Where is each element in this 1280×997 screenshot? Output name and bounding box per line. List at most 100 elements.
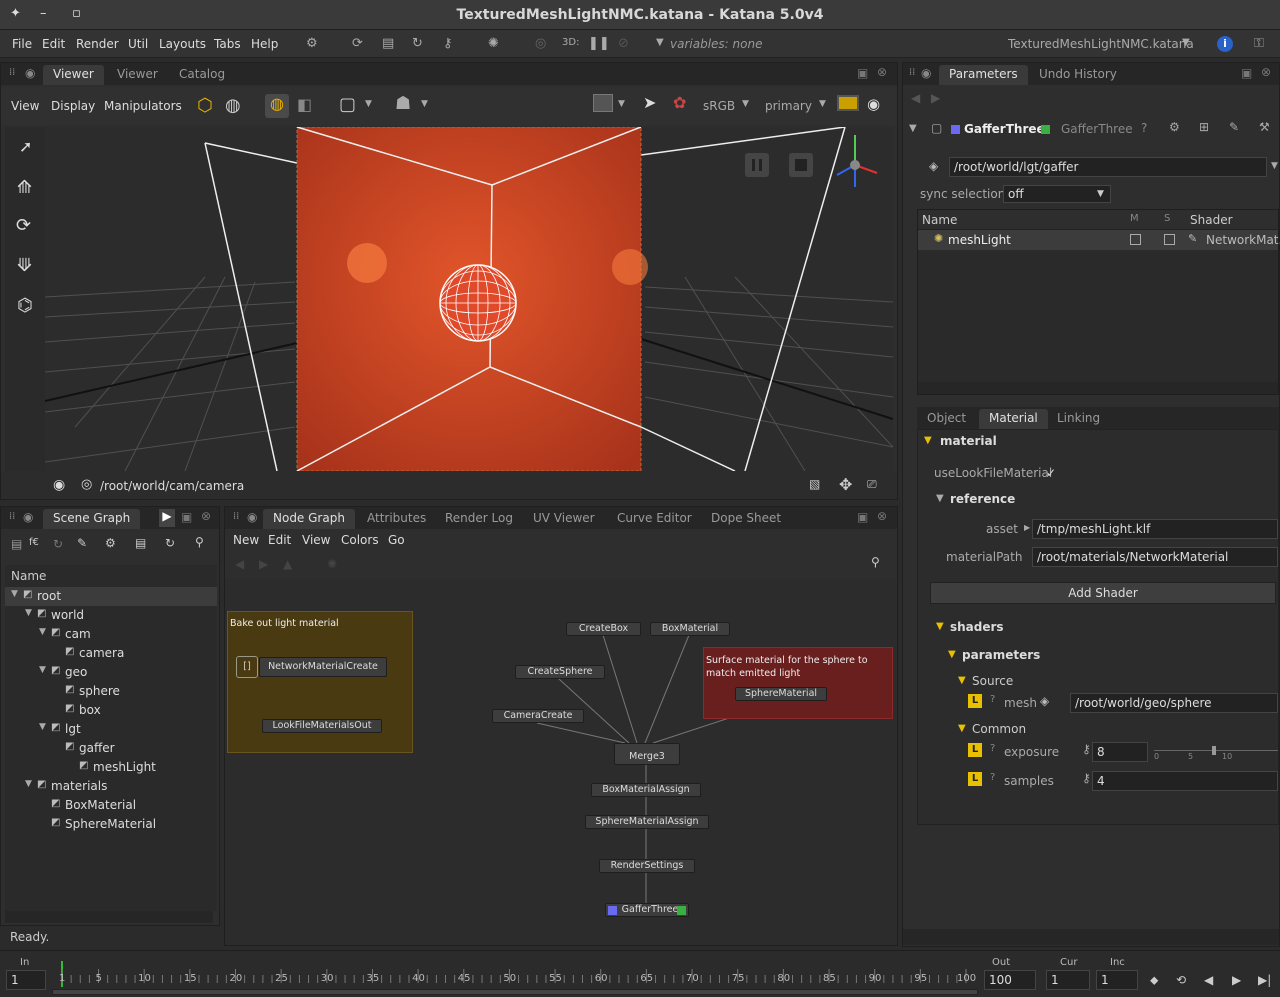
material-path-field[interactable]: /root/materials/NetworkMaterial: [1032, 547, 1278, 567]
node-create-sphere[interactable]: CreateSphere: [515, 665, 605, 679]
rotate-icon[interactable]: ↻: [165, 536, 175, 550]
scale-icon[interactable]: ⟱: [17, 255, 32, 276]
key-icon[interactable]: ⚷: [1082, 742, 1091, 756]
wrench-icon[interactable]: ⚒: [1259, 120, 1270, 134]
cube-icon[interactable]: ⬡: [197, 95, 213, 116]
exposure-field[interactable]: 8: [1092, 742, 1148, 762]
refresh-icon[interactable]: ↻: [53, 537, 63, 551]
tab-material[interactable]: Material: [979, 409, 1048, 429]
node-network-material-create[interactable]: NetworkMaterialCreate: [259, 657, 387, 677]
play-backward-icon[interactable]: ◀: [1204, 973, 1213, 987]
step-forward-icon[interactable]: ▶|: [1258, 973, 1271, 987]
viewport[interactable]: [45, 127, 893, 471]
info-icon[interactable]: i: [1217, 36, 1233, 52]
node-name[interactable]: GafferThree: [964, 122, 1045, 136]
scene-graph-item[interactable]: ▼ ◩ geo: [5, 663, 217, 682]
monitor-icon[interactable]: [837, 95, 859, 111]
asset-expand-icon[interactable]: ▶: [1024, 523, 1030, 532]
fcurve-icon[interactable]: f€: [29, 537, 39, 548]
render-icon[interactable]: ⟳: [352, 36, 363, 51]
common-collapse-icon[interactable]: ▼: [958, 723, 966, 734]
network-icon[interactable]: ✺: [327, 557, 337, 571]
pointer-icon[interactable]: ➤: [643, 93, 656, 112]
pause-icon[interactable]: ❚❚: [588, 36, 610, 51]
back-arrow-icon[interactable]: ◀: [235, 557, 244, 571]
bug-icon[interactable]: ✺: [488, 36, 499, 51]
comment-icon[interactable]: ✎: [1229, 120, 1239, 134]
display-mode-icon[interactable]: [593, 94, 613, 112]
float-panel-icon[interactable]: ▣: [181, 510, 192, 524]
tab-object[interactable]: Object: [917, 409, 976, 429]
menu-util[interactable]: Util: [128, 37, 148, 51]
color-wheel-icon[interactable]: ✿: [673, 93, 686, 112]
play-forward-icon[interactable]: ▶: [1232, 973, 1241, 987]
cur-field[interactable]: 1: [1046, 970, 1090, 990]
project-dropdown[interactable]: TexturedMeshLightNMC.katana: [1008, 37, 1194, 51]
exposure-slider-handle[interactable]: [1212, 746, 1216, 755]
tab-parameters[interactable]: Parameters: [939, 65, 1028, 85]
layout-icon[interactable]: ◧: [297, 95, 312, 114]
close-panel-icon[interactable]: ⊗: [201, 509, 211, 523]
out-field[interactable]: 100: [984, 970, 1036, 990]
scene-graph-item[interactable]: ▼ ◩ lgt: [5, 720, 217, 739]
timeline-range-bar[interactable]: [52, 989, 978, 995]
col-name[interactable]: Name: [922, 213, 957, 227]
panel-menu-icon[interactable]: ◉: [23, 510, 33, 524]
close-panel-icon[interactable]: ⊗: [877, 65, 887, 79]
help-icon[interactable]: ?: [990, 772, 995, 783]
panel-grip-icon[interactable]: ⁞⁞: [9, 67, 15, 78]
gear-icon[interactable]: ⚙: [105, 536, 116, 550]
menu-layouts[interactable]: Layouts: [159, 37, 206, 51]
parameters-collapse-icon[interactable]: ▼: [948, 649, 956, 660]
expand-triangle-icon[interactable]: ▼: [39, 722, 46, 732]
menu-help[interactable]: Help: [251, 37, 278, 51]
location-field[interactable]: /root/world/lgt/gaffer: [949, 157, 1267, 177]
in-field[interactable]: 1: [6, 970, 46, 990]
sync-dropdown-icon[interactable]: ▼: [1097, 189, 1104, 199]
tab-uv-viewer[interactable]: UV Viewer: [523, 509, 605, 529]
node-create-box[interactable]: CreateBox: [566, 622, 641, 636]
panel-menu-icon[interactable]: ◉: [25, 66, 35, 80]
pan-icon[interactable]: ✥: [839, 475, 852, 494]
panel-grip-icon[interactable]: ⁞⁞: [233, 511, 239, 522]
expand-triangle-icon[interactable]: ▼: [39, 665, 46, 675]
light-manipulator-icon[interactable]: ⌬: [17, 295, 33, 316]
help-icon[interactable]: ?: [1141, 121, 1147, 135]
refresh-icon[interactable]: ↻: [412, 36, 423, 51]
col-mute[interactable]: M: [1130, 213, 1139, 224]
pencil-icon[interactable]: ✎: [77, 536, 87, 550]
ng-menu-go[interactable]: Go: [388, 533, 405, 547]
select-arrow-icon[interactable]: ➚: [19, 137, 32, 156]
col-shader[interactable]: Shader: [1190, 213, 1233, 227]
menu-render[interactable]: Render: [76, 37, 119, 51]
camera-person-icon[interactable]: ☗: [395, 93, 411, 114]
scene-graph-item[interactable]: ◩ meshLight: [5, 758, 217, 777]
scene-graph-item[interactable]: ▼ ◩ cam: [5, 625, 217, 644]
scene-graph-item[interactable]: ◩ BoxMaterial: [5, 796, 217, 815]
node-sphere-material-assign[interactable]: SphereMaterialAssign: [585, 815, 709, 829]
samples-field[interactable]: 4: [1092, 771, 1278, 791]
clapboard-icon[interactable]: ▤: [135, 536, 146, 550]
display-mode-dropdown-icon[interactable]: ▼: [618, 99, 625, 109]
scene-graph-item[interactable]: ◩ box: [5, 701, 217, 720]
light-row-meshlight[interactable]: ✺ meshLight ✎ NetworkMat...: [918, 230, 1280, 250]
panel-menu-icon[interactable]: ◉: [247, 510, 257, 524]
node-render-settings[interactable]: RenderSettings: [599, 859, 695, 873]
node-box-material[interactable]: BoxMaterial: [650, 622, 730, 636]
eye-icon[interactable]: ◉: [867, 95, 880, 113]
menu-file[interactable]: File: [12, 37, 32, 51]
hierarchy-icon[interactable]: ⊞: [1199, 120, 1209, 134]
scene-graph-item[interactable]: ◩ SphereMaterial: [5, 815, 217, 834]
wireframe-sphere-icon[interactable]: ◍: [265, 94, 289, 118]
menu-edit[interactable]: Edit: [42, 37, 65, 51]
light-list-scrollbar[interactable]: [918, 382, 1278, 394]
display-chevron-icon[interactable]: ▼: [819, 99, 826, 109]
translate-icon[interactable]: ⟰: [17, 177, 32, 198]
node-box-material-assign[interactable]: BoxMaterialAssign: [591, 783, 701, 797]
scene-graph-item[interactable]: ▼ ◩ materials: [5, 777, 217, 796]
backdrop-surface-material[interactable]: Surface material for the sphere to match…: [703, 647, 893, 719]
exposure-slider[interactable]: 0 5 10: [1154, 746, 1278, 761]
pause-render-button[interactable]: [745, 153, 769, 177]
snapshot-icon[interactable]: ▧: [809, 477, 820, 491]
forward-arrow-icon[interactable]: ▶: [259, 557, 268, 571]
